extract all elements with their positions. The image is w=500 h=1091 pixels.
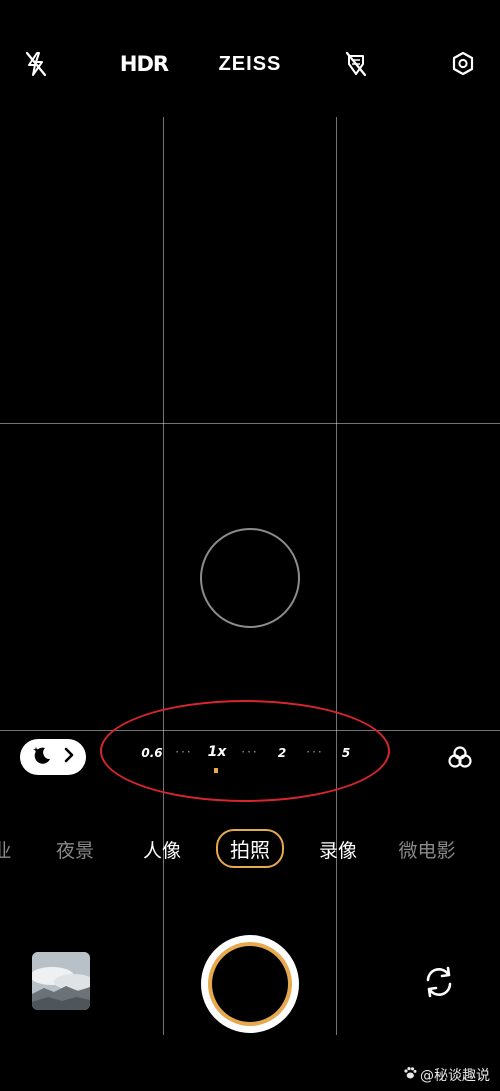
ai-off-icon[interactable] — [342, 48, 370, 80]
mode-item-micro-movie[interactable]: 微电影 — [398, 836, 455, 863]
zoom-selected-marker — [214, 768, 218, 773]
zoom-option-2[interactable]: 2 — [278, 746, 286, 760]
mode-item-video[interactable]: 录像 — [319, 836, 357, 863]
zoom-separator: ··· — [306, 745, 324, 759]
zeiss-label: ZEISS — [218, 52, 282, 75]
paw-icon — [403, 1066, 417, 1084]
hdr-toggle-button[interactable]: HDR — [120, 48, 169, 80]
grid-line-vertical-right — [336, 117, 337, 1035]
zeiss-brand[interactable]: ZEISS — [218, 48, 282, 80]
zoom-option-5[interactable]: 5 — [342, 746, 350, 760]
mode-item-photo[interactable]: 拍照 — [216, 829, 284, 868]
mode-item-night[interactable]: 夜景 — [56, 836, 94, 863]
grid-line-horizontal-top — [0, 423, 500, 424]
switch-camera-icon[interactable] — [421, 964, 457, 1000]
shutter-button[interactable] — [201, 935, 299, 1033]
mode-item-portrait[interactable]: 人像 — [143, 836, 181, 863]
zoom-option-0-6[interactable]: 0.6 — [141, 746, 162, 760]
filters-icon[interactable] — [446, 744, 474, 772]
night-mode-toggle[interactable] — [20, 739, 86, 775]
hdr-label: HDR — [119, 52, 169, 76]
gallery-thumbnail[interactable] — [32, 952, 90, 1010]
watermark: @秘谈趣说 — [403, 1065, 490, 1085]
grid-line-vertical-left — [163, 117, 164, 1035]
moon-icon — [31, 744, 53, 770]
zoom-option-1x[interactable]: 1x — [208, 744, 227, 760]
watermark-text: @秘谈趣说 — [420, 1068, 490, 1084]
gallery-thumbnail-image — [32, 952, 90, 1010]
zoom-separator: ··· — [175, 745, 193, 759]
settings-icon[interactable] — [449, 48, 477, 80]
chevron-right-icon — [63, 747, 75, 767]
flash-off-icon[interactable] — [22, 48, 50, 80]
mode-item-partial[interactable]: 业 — [0, 836, 12, 863]
zoom-separator: ··· — [241, 745, 259, 759]
focus-ring[interactable] — [200, 528, 300, 628]
shutter-center — [212, 946, 288, 1022]
